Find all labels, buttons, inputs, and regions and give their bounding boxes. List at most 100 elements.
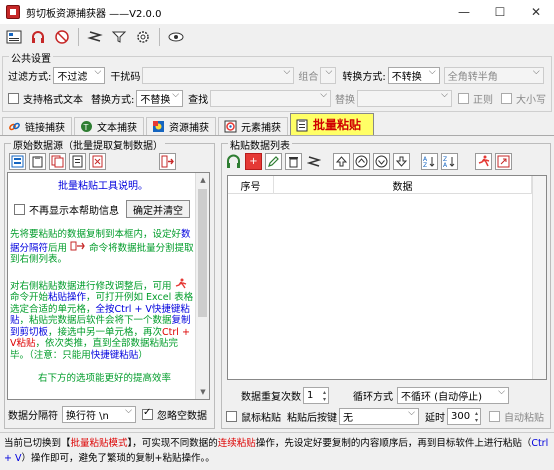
text-icon: T xyxy=(79,120,93,134)
noise-input[interactable] xyxy=(142,67,295,84)
rich-text-checkbox[interactable] xyxy=(8,93,19,104)
tab-batch-paste-label: 批量粘贴 xyxy=(313,118,362,132)
app-settings-icon[interactable] xyxy=(4,27,24,47)
status-text: 操作，先设定好要复制的内容顺序后，再到目标软件上进行粘贴（ xyxy=(255,438,532,449)
tab-resource-capture[interactable]: 资源捕获 xyxy=(146,117,216,135)
element-icon xyxy=(223,120,237,134)
after-paste-select[interactable]: 无 xyxy=(339,408,419,425)
settings-row-1: 过滤方式: 不过滤 干扰码 组合 转换方式: 不转换 全角转半角 xyxy=(8,67,548,84)
delay-stepper[interactable]: 300 xyxy=(447,408,481,425)
import-icon[interactable] xyxy=(9,153,26,170)
combine-label: 组合 xyxy=(298,72,319,83)
toolbar-separator xyxy=(78,28,79,46)
tab-resource-capture-label: 资源捕获 xyxy=(169,123,209,134)
combine-select[interactable] xyxy=(320,67,337,84)
help-scrollbar[interactable]: ▲ ▼ xyxy=(195,173,209,399)
find-label: 查找 xyxy=(188,95,209,106)
settings-row-2: 支持格式文本 替换方式: 不替换 查找 替换 正则 大小写 xyxy=(8,90,548,107)
no-show-label: 不再显示本帮助信息 xyxy=(29,206,119,217)
tab-link-capture[interactable]: 链接捕获 xyxy=(2,117,72,135)
maximize-button[interactable]: ☐ xyxy=(482,0,518,24)
fullwidth-value: 全角转半角 xyxy=(447,72,498,83)
convert-select[interactable]: 不转换 xyxy=(387,67,440,84)
grid-scrollbar[interactable] xyxy=(532,176,546,379)
column-header-index[interactable]: 序号 xyxy=(228,176,274,194)
tab-text-capture[interactable]: T 文本捕获 xyxy=(74,117,144,135)
filter-select[interactable]: 不过滤 xyxy=(53,67,106,84)
help-text-highlight: 粘贴操作 xyxy=(48,292,87,303)
filter-select-value: 不过滤 xyxy=(57,72,88,83)
find-input[interactable] xyxy=(210,90,332,107)
replace-select[interactable]: 不替换 xyxy=(136,90,184,107)
replace-label: 替换方式: xyxy=(91,95,135,106)
minimize-button[interactable]: — xyxy=(446,0,482,24)
convert-label: 转换方式: xyxy=(342,72,386,83)
scroll-thumb[interactable] xyxy=(198,189,207,317)
split-extract-inline-icon xyxy=(70,241,86,254)
separator-label: 数据分隔符 xyxy=(8,411,58,422)
clipboard-capture-icon[interactable] xyxy=(85,27,105,47)
case-checkbox[interactable] xyxy=(501,93,512,104)
move-top-icon[interactable] xyxy=(333,153,350,170)
help-body: 先将要粘贴的数据复制到本框内，设定好数据分隔符后用 命令将数据批量分割提取到右侧… xyxy=(10,229,196,397)
headphones-icon[interactable] xyxy=(28,27,48,47)
split-extract-icon[interactable] xyxy=(159,153,176,170)
auto-paste-checkbox[interactable] xyxy=(489,411,500,422)
tab-element-capture[interactable]: 元素捕获 xyxy=(218,117,288,135)
replace-with-input[interactable] xyxy=(357,90,452,107)
document-icon[interactable] xyxy=(69,153,86,170)
gear-icon[interactable] xyxy=(133,27,153,47)
batch-paste-icon xyxy=(295,118,309,132)
move-down-icon[interactable] xyxy=(373,153,390,170)
start-paste-icon[interactable] xyxy=(475,153,492,170)
convert-select-value: 不转换 xyxy=(391,72,422,83)
ignore-empty-checkbox[interactable] xyxy=(142,407,153,420)
move-bottom-icon[interactable] xyxy=(393,153,410,170)
scroll-up-arrow[interactable]: ▲ xyxy=(196,173,209,187)
sort-za-icon[interactable]: ZA xyxy=(441,153,458,170)
regex-checkbox[interactable] xyxy=(458,93,469,104)
svg-text:T: T xyxy=(82,123,88,132)
clear-icon[interactable] xyxy=(89,153,106,170)
mouse-paste-checkbox[interactable] xyxy=(226,411,237,422)
filter-icon[interactable] xyxy=(109,27,129,47)
separator-select[interactable]: 换行符 \n xyxy=(62,406,136,423)
sort-az-icon[interactable]: AZ xyxy=(421,153,438,170)
runner-inline-icon xyxy=(175,278,187,292)
headphones-icon[interactable] xyxy=(225,153,242,170)
move-up-icon[interactable] xyxy=(353,153,370,170)
separator-row: 数据分隔符 换行符 \n 忽略空数据 xyxy=(8,406,207,423)
tab-batch-paste[interactable]: 批量粘贴 xyxy=(290,113,375,135)
no-sound-icon[interactable] xyxy=(52,27,72,47)
mode-tabs: 链接捕获 T 文本捕获 资源捕获 元素捕获 批量粘贴 xyxy=(0,113,554,136)
help-textbox[interactable]: 批量粘贴工具说明。 不再显示本帮助信息 确定并清空 先将要粘贴的数据复制到本框内… xyxy=(7,172,210,400)
resource-icon xyxy=(151,120,165,134)
help-text: 命令开始 xyxy=(10,292,49,303)
svg-text:A: A xyxy=(443,162,448,168)
repeat-row: 数据重复次数 1 循环方式 不循环 (自动停止) xyxy=(241,387,509,404)
noise-label: 干扰码 xyxy=(110,72,141,83)
scroll-down-arrow[interactable]: ▼ xyxy=(196,385,209,399)
fullwidth-select[interactable]: 全角转半角 xyxy=(443,67,544,84)
paste-data-grid[interactable]: 序号 数据 xyxy=(227,175,547,380)
loop-select[interactable]: 不循环 (自动停止) xyxy=(397,387,509,404)
export-icon[interactable] xyxy=(495,153,512,170)
column-header-data[interactable]: 数据 xyxy=(274,176,532,194)
confirm-clear-button[interactable]: 确定并清空 xyxy=(126,200,190,218)
no-show-checkbox[interactable] xyxy=(14,204,25,215)
tab-element-capture-label: 元素捕获 xyxy=(241,123,281,134)
auto-paste-label: 自动粘贴 xyxy=(504,413,544,424)
repeat-stepper[interactable]: 1 xyxy=(303,387,329,404)
status-highlight: 连续粘贴 xyxy=(217,438,256,449)
edit-icon[interactable] xyxy=(265,153,282,170)
close-button[interactable]: ✕ xyxy=(518,0,554,24)
paste-list-title: 粘贴数据列表 xyxy=(228,137,292,152)
add-item-icon[interactable]: + xyxy=(245,153,262,170)
delete-icon[interactable] xyxy=(285,153,302,170)
clipboard-capture-icon[interactable] xyxy=(305,153,322,170)
copy-icon[interactable] xyxy=(49,153,66,170)
eye-icon[interactable] xyxy=(166,27,186,47)
source-data-title: 原始数据源（批量提取复制数据） xyxy=(11,137,165,152)
paste-icon[interactable] xyxy=(29,153,46,170)
after-paste-label: 粘贴后按键 xyxy=(287,413,337,424)
